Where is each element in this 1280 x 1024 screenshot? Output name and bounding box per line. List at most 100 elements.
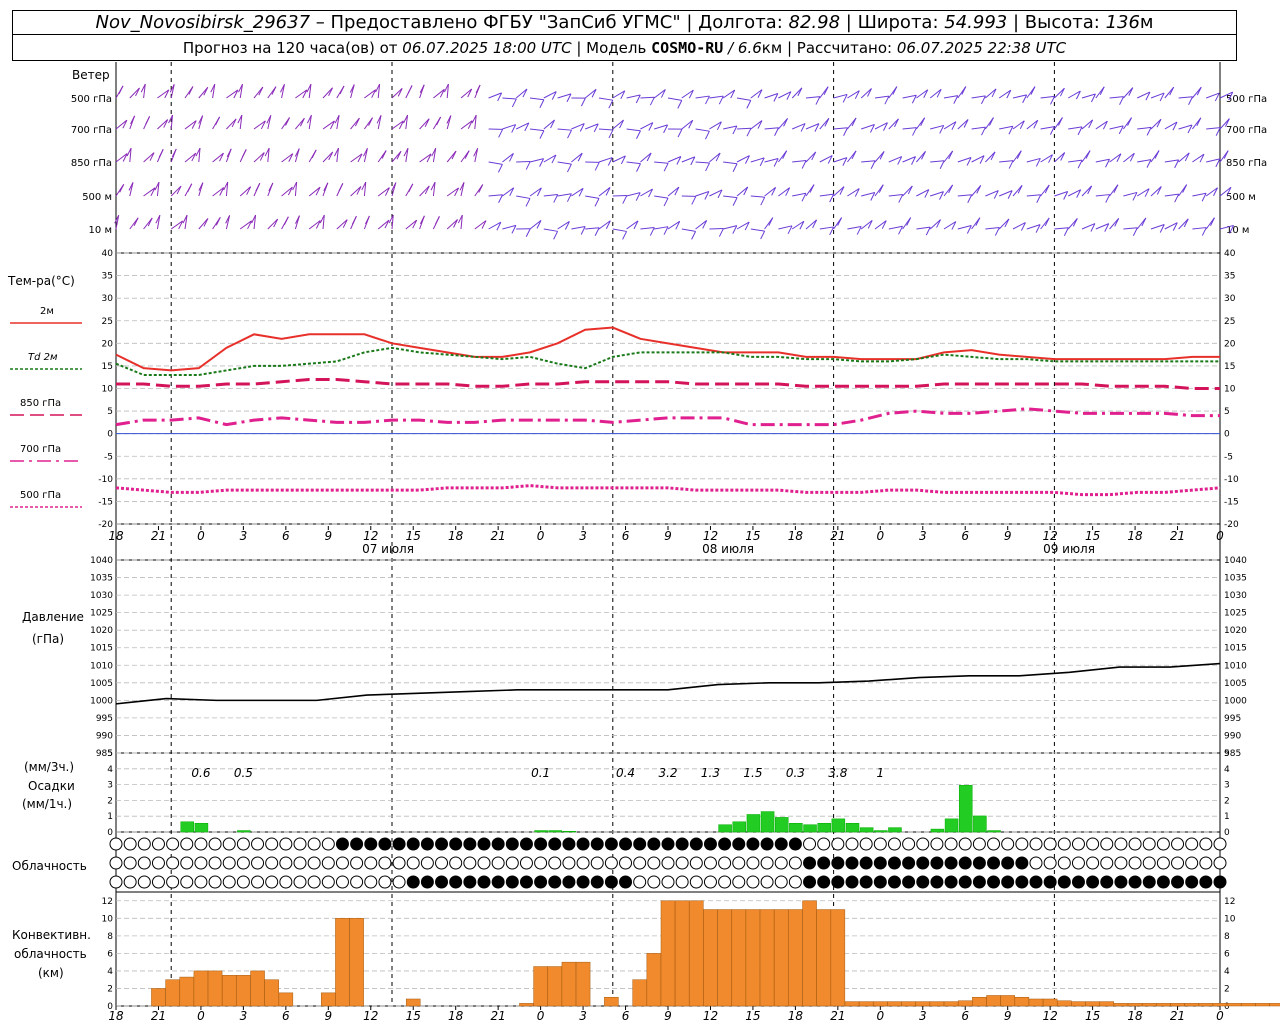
wind-barb-flag (622, 231, 628, 240)
cloud-symbol (265, 837, 279, 851)
wind-barb (916, 226, 931, 230)
wind-barb (930, 160, 945, 163)
precip-value-label: 0.3 (786, 766, 805, 780)
wind-barb-flag (705, 95, 710, 105)
wind-barb (957, 194, 972, 197)
cloud-symbol (760, 856, 774, 870)
cloud-symbol (817, 856, 831, 870)
wind-barb-flag (255, 183, 261, 192)
wind-barb-flag (953, 95, 959, 104)
pressure-ytick: 995 (96, 714, 113, 724)
cloud-symbol (420, 875, 434, 889)
wind-barb (571, 225, 586, 230)
wind-level-label-right: 500 м (1226, 192, 1256, 203)
conv-unit: (км) (38, 966, 64, 980)
wind-barb (833, 127, 848, 130)
precip-ytick: 2 (107, 796, 113, 806)
wind-barb (792, 192, 807, 197)
cloud-symbol (1057, 837, 1071, 851)
wind-barb (626, 94, 641, 99)
wind-barb (157, 119, 169, 130)
wind-barb (1095, 194, 1110, 197)
conv-bar (887, 1001, 902, 1007)
temp-ytick: -5 (104, 452, 113, 462)
cloud-symbol (477, 875, 491, 889)
wind-barb-flag (760, 230, 766, 240)
cloud-symbol (109, 856, 123, 870)
cloud-symbol (675, 875, 689, 889)
wind-barb (791, 87, 803, 99)
cloud-symbol (661, 837, 675, 851)
pressure-ytick: 1000 (90, 696, 113, 706)
time-tick: 0 (537, 529, 545, 543)
wind-barb (1095, 158, 1110, 163)
time-tick-bottom: 18 (1127, 1009, 1143, 1023)
precip-bar (987, 830, 1001, 833)
wind-barb (792, 160, 807, 163)
cloud-symbol (463, 875, 477, 889)
cloud-symbol (845, 856, 859, 870)
cloud-symbol (661, 856, 675, 870)
conv-bar (844, 1001, 860, 1007)
cloud-symbol (1015, 837, 1029, 851)
cloud-symbol (548, 875, 562, 889)
cloud-symbol (1071, 856, 1085, 870)
time-tick: 15 (406, 529, 421, 543)
cloud-symbol (1057, 875, 1071, 889)
cloud-symbol (1142, 875, 1156, 889)
conv-bar (773, 909, 789, 1007)
cloud-symbol (887, 875, 901, 889)
wind-barb (626, 128, 641, 132)
wind-barb (350, 186, 362, 197)
cloud-symbol (222, 837, 236, 851)
cloud-symbol (321, 875, 335, 889)
cloud-symbol (420, 837, 434, 851)
cloud-symbol (166, 875, 180, 889)
date-label: 09 июля (1043, 542, 1095, 556)
wind-barb-flag (663, 162, 669, 172)
cloud-symbol (1029, 856, 1043, 870)
cloud-symbol (392, 837, 406, 851)
wind-barb-flag (553, 231, 559, 240)
cloud-symbol (1015, 856, 1029, 870)
time-tick-bottom: 15 (745, 1009, 760, 1023)
pressure-ytick-right: 1000 (1224, 696, 1247, 706)
cloud-symbol (180, 837, 194, 851)
cloud-symbol (958, 856, 972, 870)
precip-ytick-right: 1 (1224, 812, 1230, 822)
cloud-symbol (109, 837, 123, 851)
conv-bar (830, 909, 846, 1007)
wind-barb-flag (594, 198, 600, 207)
cloud-symbol (1128, 856, 1142, 870)
pressure-ytick: 1010 (90, 661, 113, 671)
time-tick: 18 (448, 529, 464, 543)
legend-label: 500 гПа (20, 490, 61, 501)
cloud-symbol (236, 837, 250, 851)
wind-barb (1012, 185, 1023, 197)
wind-barb-flag (746, 100, 752, 109)
cloud-symbol (548, 856, 562, 870)
wind-barb (612, 228, 627, 232)
cloud-symbol (406, 856, 420, 870)
wind-barb (1081, 119, 1093, 130)
time-tick: 6 (622, 529, 630, 543)
wind-barb (778, 225, 793, 230)
cloud-symbol (887, 837, 901, 851)
conv-bar (1071, 1001, 1086, 1007)
cloud-symbol (604, 875, 618, 889)
wind-barb-flag (760, 196, 766, 206)
wind-barb-flag (1008, 160, 1014, 169)
time-tick-bottom: 0 (1216, 1009, 1224, 1023)
cloud-symbol (1043, 875, 1057, 889)
conv-bar (915, 1001, 931, 1007)
wind-barb (709, 95, 724, 99)
conv-bar (1141, 1003, 1157, 1007)
cloud-symbol (774, 856, 788, 870)
temp-ytick-right: 5 (1224, 407, 1230, 417)
cloud-symbol (788, 875, 802, 889)
precip-bar (548, 830, 563, 833)
cloud-symbol (491, 837, 505, 851)
conv-bar (264, 979, 279, 1007)
cloud-symbol (1128, 837, 1142, 851)
temp-ytick: 40 (102, 249, 114, 259)
